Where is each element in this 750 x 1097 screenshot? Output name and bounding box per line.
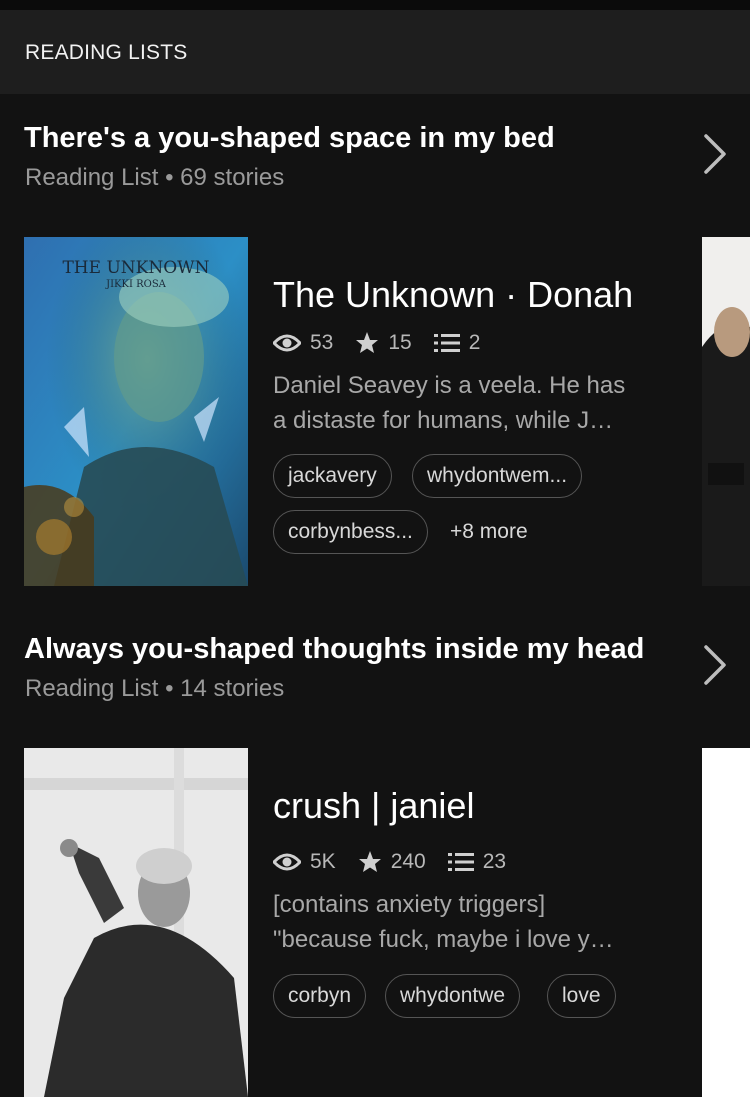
reading-list-title[interactable]: There's a you-shaped space in my bed — [24, 122, 555, 155]
tag-chip[interactable]: corbyn — [273, 974, 367, 1018]
tag-chip[interactable]: love — [547, 974, 616, 1018]
description-line: Daniel Seavey is a veela. He has — [273, 372, 626, 399]
eye-icon — [273, 853, 301, 871]
description-line: a distaste for humans, while J… — [273, 407, 614, 434]
description-line: [contains anxiety triggers] — [273, 891, 546, 918]
star-icon — [358, 851, 381, 872]
reads-count: 53 — [310, 331, 334, 354]
story-title[interactable]: The Unknown · Donah — [273, 274, 633, 316]
tag-chip[interactable]: corbynbess... — [273, 510, 428, 554]
cover-art — [24, 748, 248, 1097]
votes-count: 15 — [388, 331, 412, 354]
story-description: [contains anxiety triggers] "because fuc… — [273, 887, 658, 957]
section-header: READING LISTS — [0, 10, 750, 94]
next-cover-art — [702, 237, 750, 586]
votes-stat: 240 — [358, 850, 426, 874]
star-icon — [356, 332, 379, 353]
section-title: READING LISTS — [25, 41, 188, 64]
chevron-right-icon[interactable] — [700, 132, 730, 176]
story-description: Daniel Seavey is a veela. He has a dista… — [273, 368, 658, 438]
tag-chip[interactable]: jackavery — [273, 454, 392, 498]
story-title[interactable]: crush | janiel — [273, 785, 474, 827]
parts-count: 23 — [482, 850, 507, 873]
eye-icon — [273, 334, 301, 352]
next-story-cover[interactable] — [702, 748, 750, 1097]
parts-stat: 2 — [433, 331, 481, 355]
description-line: "because fuck, maybe i love y… — [273, 926, 614, 953]
more-tags-link[interactable]: +8 more — [450, 510, 528, 554]
reading-list-meta: Reading List • 14 stories — [25, 675, 285, 702]
chevron-right-icon[interactable] — [700, 643, 730, 687]
reads-count: 5K — [310, 850, 336, 873]
parts-count: 2 — [468, 331, 481, 354]
reading-list-meta: Reading List • 69 stories — [25, 164, 285, 191]
votes-count: 240 — [390, 850, 426, 873]
tag-chip[interactable]: whydontwe — [385, 974, 521, 1018]
status-bar — [0, 0, 750, 10]
list-icon — [433, 334, 460, 352]
story-stats: 53 15 2 — [273, 328, 502, 358]
next-story-cover[interactable] — [702, 237, 750, 586]
cover-author-text: JIKKI ROSA — [105, 279, 167, 290]
cover-title-text: THE UNKNOWN — [62, 258, 209, 278]
votes-stat: 15 — [355, 331, 412, 355]
story-cover[interactable]: THE UNKNOWN JIKKI ROSA — [24, 237, 248, 586]
list-icon — [447, 853, 474, 871]
reading-list-1[interactable]: There's a you-shaped space in my bed Rea… — [0, 122, 750, 592]
story-stats: 5K 240 23 — [273, 847, 528, 877]
tag-chip[interactable]: whydontwem... — [412, 454, 583, 498]
parts-stat: 23 — [447, 850, 507, 874]
story-cover[interactable] — [24, 748, 248, 1097]
reads-stat: 53 — [273, 331, 333, 355]
cover-art: THE UNKNOWN JIKKI ROSA — [24, 237, 248, 586]
reading-list-2[interactable]: Always you-shaped thoughts inside my hea… — [0, 633, 750, 1097]
reads-stat: 5K — [273, 850, 336, 874]
reading-list-title[interactable]: Always you-shaped thoughts inside my hea… — [24, 633, 644, 666]
